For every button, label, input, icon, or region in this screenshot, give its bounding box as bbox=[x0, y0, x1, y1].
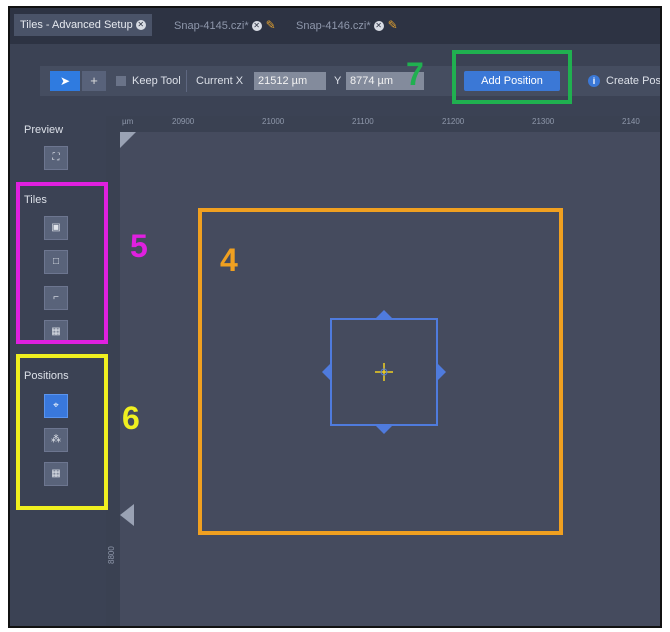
corner-marker-icon bbox=[120, 132, 136, 148]
horizontal-ruler: µm 20900 21000 21100 21200 21300 2140 bbox=[120, 116, 660, 133]
annotation-box-5 bbox=[16, 182, 108, 344]
annotation-number-5: 5 bbox=[130, 228, 148, 264]
annotation-box-4 bbox=[198, 208, 563, 535]
scan-frame-icon: ⛶ bbox=[52, 152, 60, 163]
preview-label: Preview bbox=[24, 124, 64, 136]
keep-tool-label: Keep Tool bbox=[132, 75, 181, 87]
checkbox-icon bbox=[116, 76, 126, 87]
close-icon[interactable]: ✕ bbox=[373, 21, 384, 32]
annotation-box-7 bbox=[452, 50, 572, 104]
preview-scan-button[interactable]: ⛶ bbox=[44, 146, 68, 170]
y-label: Y bbox=[334, 75, 342, 87]
tab-label: Tiles - Advanced Setup bbox=[20, 19, 133, 31]
ruler-unit: µm bbox=[122, 117, 134, 126]
annotation-number-4: 4 bbox=[220, 242, 238, 278]
ruler-tick: 21100 bbox=[352, 117, 374, 126]
divider bbox=[186, 70, 187, 92]
pin-icon[interactable]: ✎ bbox=[266, 14, 276, 36]
pointer-icon: ➤ bbox=[59, 74, 71, 88]
annotation-number-6: 6 bbox=[122, 400, 140, 436]
ruler-tick: 21000 bbox=[262, 117, 285, 126]
tab-snap-4145[interactable]: Snap-4145.czi* ✕ ✎ bbox=[168, 14, 282, 36]
create-positions-button[interactable]: Create Pos bbox=[606, 71, 660, 91]
ruler-tick: 20900 bbox=[172, 117, 195, 126]
plus-icon: + bbox=[90, 73, 98, 88]
tab-tiles-advanced-setup[interactable]: Tiles - Advanced Setup ✕ bbox=[14, 14, 152, 36]
stage-limit-arrow-icon bbox=[120, 504, 134, 526]
close-icon[interactable]: ✕ bbox=[251, 21, 262, 32]
vertical-ruler-tick: 8800 bbox=[107, 546, 116, 564]
ruler-tick: 2140 bbox=[622, 117, 640, 126]
info-icon: i bbox=[588, 75, 600, 87]
tab-snap-4146[interactable]: Snap-4146.czi* ✕ ✎ bbox=[290, 14, 404, 36]
vertical-ruler: 8800 bbox=[106, 116, 121, 626]
current-x-field[interactable]: 21512 µm bbox=[254, 72, 326, 90]
add-tool-button[interactable]: + bbox=[82, 71, 106, 91]
tab-bar: Tiles - Advanced Setup ✕ Snap-4145.czi* ✕ ✎… bbox=[10, 8, 660, 44]
annotation-number-7: 7 bbox=[406, 56, 424, 92]
current-x-label: Current X bbox=[196, 75, 244, 87]
ruler-tick: 21300 bbox=[532, 117, 555, 126]
pointer-tool-button[interactable]: ➤ bbox=[50, 71, 80, 91]
tab-label: Snap-4145.czi* bbox=[174, 20, 249, 32]
tab-label: Snap-4146.czi* bbox=[296, 20, 371, 32]
close-icon[interactable]: ✕ bbox=[135, 20, 146, 31]
pin-icon[interactable]: ✎ bbox=[388, 14, 398, 36]
annotation-box-6 bbox=[16, 354, 108, 510]
keep-tool-checkbox[interactable]: Keep Tool bbox=[116, 71, 181, 91]
ruler-tick: 21200 bbox=[442, 117, 465, 126]
